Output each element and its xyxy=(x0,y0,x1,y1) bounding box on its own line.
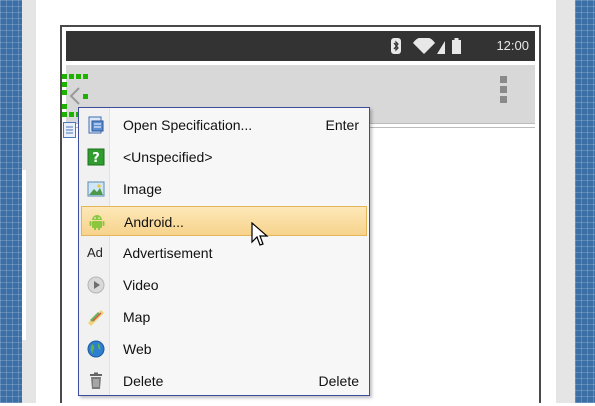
menu-item-android[interactable]: Android... xyxy=(81,206,367,236)
canvas-grid-right xyxy=(575,0,595,403)
battery-icon xyxy=(452,38,461,54)
specification-icon xyxy=(88,116,104,134)
menu-item-delete[interactable]: Delete Delete xyxy=(81,366,367,396)
selection-handle[interactable] xyxy=(69,112,74,117)
selection-handle[interactable] xyxy=(62,82,67,87)
android-icon xyxy=(89,215,105,230)
menu-item-image[interactable]: Image xyxy=(81,174,367,204)
canvas-margin-right xyxy=(556,0,575,403)
document-icon xyxy=(63,122,76,138)
context-menu[interactable]: Open Specification... Enter ? <Unspecifi… xyxy=(78,107,370,396)
selection-handle[interactable] xyxy=(62,74,67,79)
menu-item-label: Image xyxy=(123,181,162,197)
menu-item-unspecified[interactable]: ? <Unspecified> xyxy=(81,142,367,172)
menu-item-open-specification[interactable]: Open Specification... Enter xyxy=(81,110,367,140)
question-icon: ? xyxy=(87,148,105,166)
trash-icon xyxy=(90,372,102,389)
play-icon xyxy=(87,276,105,294)
selection-handle[interactable] xyxy=(83,74,88,79)
selection-handle[interactable] xyxy=(69,74,74,79)
menu-item-label: <Unspecified> xyxy=(123,149,213,165)
menu-item-advertisement[interactable]: Ad Advertisement xyxy=(81,238,367,268)
svg-text:?: ? xyxy=(92,151,100,166)
menu-item-web[interactable]: Web xyxy=(81,334,367,364)
menu-item-label: Android... xyxy=(124,214,184,230)
ad-icon: Ad xyxy=(87,245,103,260)
menu-item-map[interactable]: Map xyxy=(81,302,367,332)
menu-item-label: Web xyxy=(123,341,152,357)
menu-item-label: Delete xyxy=(123,373,164,389)
canvas-grid-left xyxy=(0,0,22,403)
status-clock: 12:00 xyxy=(496,38,529,53)
image-icon xyxy=(87,181,105,197)
mouse-pointer-icon xyxy=(251,222,269,246)
menu-item-label: Advertisement xyxy=(123,245,213,261)
menu-item-shortcut: Enter xyxy=(325,117,359,133)
map-icon xyxy=(88,310,104,326)
selection-handle[interactable] xyxy=(76,74,81,79)
wifi-signal-icon xyxy=(413,38,445,54)
menu-item-label: Open Specification... xyxy=(123,117,253,133)
back-chevron-icon[interactable] xyxy=(68,86,84,106)
globe-icon xyxy=(87,340,105,358)
selection-handle[interactable] xyxy=(62,112,67,117)
menu-item-label: Video xyxy=(123,277,159,293)
selection-handle[interactable] xyxy=(83,94,88,99)
selection-handle[interactable] xyxy=(62,90,67,95)
menu-item-video[interactable]: Video xyxy=(81,270,367,300)
status-bar: 12:00 xyxy=(66,31,535,61)
canvas-margin-left xyxy=(22,0,36,403)
bluetooth-icon xyxy=(391,38,401,54)
menu-item-label: Map xyxy=(123,309,151,325)
canvas-margin-notch xyxy=(22,170,26,340)
menu-item-shortcut: Delete xyxy=(318,373,359,389)
overflow-menu-icon[interactable] xyxy=(500,76,507,106)
selection-handle[interactable] xyxy=(62,104,67,109)
